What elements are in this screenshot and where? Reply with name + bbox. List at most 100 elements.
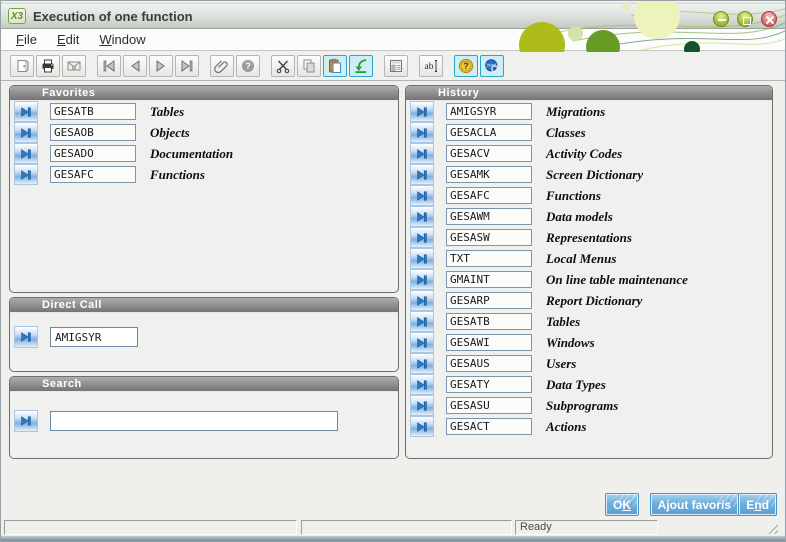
text-edit-icon[interactable]: ab: [419, 55, 443, 77]
function-label: Objects: [150, 125, 190, 141]
execute-function-icon[interactable]: [410, 374, 434, 395]
report-icon[interactable]: [384, 55, 408, 77]
close-button[interactable]: [761, 11, 777, 27]
function-label: Users: [546, 356, 576, 372]
resize-grip[interactable]: [766, 522, 778, 534]
previous-record-icon[interactable]: [123, 55, 147, 77]
execute-function-icon[interactable]: [410, 227, 434, 248]
attachment-icon[interactable]: [210, 55, 234, 77]
function-code-field[interactable]: [446, 418, 532, 435]
function-code-field[interactable]: [446, 103, 532, 120]
search-input[interactable]: [50, 411, 338, 431]
execute-function-icon[interactable]: [14, 164, 38, 185]
history-row: Migrations: [410, 101, 688, 122]
import-icon[interactable]: [349, 55, 373, 77]
maximize-button[interactable]: [737, 11, 753, 27]
function-code-field[interactable]: [446, 208, 532, 225]
history-row: Windows: [410, 332, 688, 353]
history-row: Classes: [410, 122, 688, 143]
function-code-field[interactable]: [446, 271, 532, 288]
history-row: Data models: [410, 206, 688, 227]
search-row: [14, 410, 338, 432]
favorites-panel: Favorites Tables Objects: [9, 85, 399, 293]
svg-text:ab: ab: [425, 62, 434, 72]
paste-icon[interactable]: [323, 55, 347, 77]
function-code-field[interactable]: [446, 376, 532, 393]
menu-edit[interactable]: Edit: [57, 32, 79, 47]
execute-function-icon[interactable]: [410, 353, 434, 374]
menu-bar: File Edit Window: [1, 29, 785, 51]
context-help-icon[interactable]: ?: [454, 55, 478, 77]
copy-icon[interactable]: [297, 55, 321, 77]
execute-function-icon[interactable]: [410, 290, 434, 311]
function-label: Data models: [546, 209, 613, 225]
status-message: Ready: [515, 520, 658, 535]
function-label: Migrations: [546, 104, 605, 120]
execute-function-icon[interactable]: [410, 332, 434, 353]
function-code-field[interactable]: [50, 103, 136, 120]
print-icon[interactable]: [36, 55, 60, 77]
function-code-field[interactable]: [50, 124, 136, 141]
history-row: Report Dictionary: [410, 290, 688, 311]
function-code-field[interactable]: [446, 145, 532, 162]
execute-function-icon[interactable]: [410, 143, 434, 164]
function-label: Classes: [546, 125, 586, 141]
function-label: On line table maintenance: [546, 272, 688, 288]
web-search-icon[interactable]: [480, 55, 504, 77]
window-title: Execution of one function: [33, 9, 193, 24]
execute-function-icon[interactable]: [410, 164, 434, 185]
function-code-field[interactable]: [446, 334, 532, 351]
execute-function-icon[interactable]: [410, 395, 434, 416]
function-label: Windows: [546, 335, 595, 351]
first-record-icon[interactable]: [97, 55, 121, 77]
svg-text:?: ?: [463, 61, 469, 71]
execute-function-icon[interactable]: [410, 416, 434, 437]
ok-button[interactable]: OK: [605, 493, 639, 516]
window-controls: [713, 11, 777, 27]
function-code-field[interactable]: [446, 166, 532, 183]
add-favorite-button[interactable]: Ajout favoris: [650, 493, 739, 516]
execute-function-icon[interactable]: [410, 269, 434, 290]
mail-icon[interactable]: [62, 55, 86, 77]
next-record-icon[interactable]: [149, 55, 173, 77]
history-row: Data Types: [410, 374, 688, 395]
direct-call-field[interactable]: [50, 327, 138, 347]
function-code-field[interactable]: [446, 397, 532, 414]
execute-function-icon[interactable]: [14, 122, 38, 143]
search-panel: Search: [9, 376, 399, 459]
function-label: Activity Codes: [546, 146, 622, 162]
execute-function-icon[interactable]: [410, 122, 434, 143]
execute-function-icon[interactable]: [14, 101, 38, 122]
history-row: On line table maintenance: [410, 269, 688, 290]
execute-function-icon[interactable]: [14, 326, 38, 348]
execute-function-icon[interactable]: [14, 143, 38, 164]
end-button[interactable]: End: [738, 493, 777, 516]
search-panel-header: Search: [10, 377, 398, 392]
help-icon[interactable]: ?: [236, 55, 260, 77]
menu-window[interactable]: Window: [99, 32, 145, 47]
last-record-icon[interactable]: [175, 55, 199, 77]
cut-icon[interactable]: [271, 55, 295, 77]
minimize-button[interactable]: [713, 11, 729, 27]
function-label: Subprograms: [546, 398, 618, 414]
function-label: Tables: [546, 314, 580, 330]
execute-function-icon[interactable]: [410, 248, 434, 269]
function-code-field[interactable]: [446, 292, 532, 309]
execute-search-icon[interactable]: [14, 410, 38, 432]
execute-function-icon[interactable]: [410, 311, 434, 332]
function-code-field[interactable]: [446, 313, 532, 330]
function-code-field[interactable]: [446, 355, 532, 372]
function-code-field[interactable]: [50, 145, 136, 162]
history-row: Activity Codes: [410, 143, 688, 164]
function-code-field[interactable]: [446, 187, 532, 204]
function-code-field[interactable]: [446, 250, 532, 267]
execute-function-icon[interactable]: [410, 101, 434, 122]
menu-file[interactable]: File: [16, 32, 37, 47]
function-code-field[interactable]: [50, 166, 136, 183]
execute-function-icon[interactable]: [410, 206, 434, 227]
quit-icon[interactable]: [10, 55, 34, 77]
function-code-field[interactable]: [446, 229, 532, 246]
execute-function-icon[interactable]: [410, 185, 434, 206]
function-code-field[interactable]: [446, 124, 532, 141]
direct-call-row: [14, 326, 138, 348]
